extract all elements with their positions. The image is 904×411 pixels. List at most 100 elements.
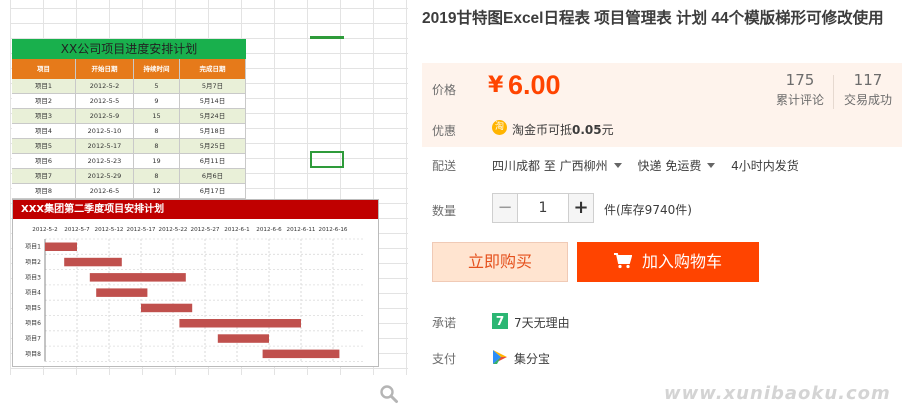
cell-project: 项目8	[12, 184, 76, 198]
gantt-date-label: 2012-6-11	[287, 227, 316, 233]
gantt-bar	[141, 303, 193, 313]
gantt-task-label: 项目8	[25, 351, 41, 358]
add-to-cart-button[interactable]: 加入购物车	[577, 242, 759, 282]
promo-text: 淘金币可抵0.05元	[512, 121, 614, 138]
cell-duration: 8	[134, 139, 180, 153]
gantt-date-label: 2012-6-6	[256, 227, 282, 233]
gantt-bar	[179, 319, 301, 328]
gantt-date-label: 2012-5-17	[127, 227, 156, 233]
cell-start-date: 2012-5-10	[76, 124, 134, 138]
cell-end-date: 5月24日	[180, 109, 246, 123]
sales-label: 交易成功	[843, 93, 892, 107]
buy-now-button[interactable]: 立即购买	[432, 242, 568, 282]
gantt-bar	[64, 257, 122, 267]
cell-end-date: 5月14日	[180, 94, 246, 108]
cell-start-date: 2012-5-2	[76, 79, 134, 93]
seven-day-return-icon: 7	[492, 313, 508, 329]
cell-start-date: 2012-6-5	[76, 184, 134, 198]
gantt-task-label: 项目5	[25, 305, 41, 312]
currency-symbol: ¥	[488, 73, 504, 98]
price-value: 6.00	[508, 70, 561, 100]
ship-method-select[interactable]: 快递 免运费	[638, 159, 726, 173]
promise-text[interactable]: 7天无理由	[514, 314, 570, 331]
gantt-task-label: 项目2	[25, 259, 41, 266]
payment-text[interactable]: 集分宝	[514, 350, 550, 367]
table-row: 项目7 2012-5-29 8 6月6日	[12, 169, 246, 184]
gantt-plot: 2012-5-2 2012-5-7 2012-5-12 2012-5-17 2012-5…	[25, 227, 365, 362]
gantt-bar	[96, 288, 148, 297]
table-row: 项目8 2012-6-5 12 6月17日	[12, 184, 246, 199]
table-row: 项目4 2012-5-10 8 5月18日	[12, 124, 246, 139]
ship-to-select[interactable]: 广西柳州	[560, 159, 632, 173]
schedule-table-body: 项目1 2012-5-2 5 5月7日 项目2 2012-5-5 9 5月14日 项目3 2012…	[12, 79, 246, 199]
header-start-date: 开始日期	[76, 59, 134, 79]
ship-method: 快递 免运费	[637, 159, 702, 173]
cell-duration: 19	[134, 154, 180, 168]
header-duration: 持续时间	[134, 59, 180, 79]
chevron-down-icon	[707, 163, 716, 168]
gantt-task-label: 项目1	[25, 244, 41, 251]
promise-label: 承诺	[432, 316, 457, 330]
payment-label: 支付	[432, 352, 457, 366]
promo-unit: 元	[601, 123, 614, 137]
ship-time: 4小时内发货	[731, 159, 799, 173]
gantt-date-label: 2012-6-1	[224, 227, 250, 233]
cell-project: 项目2	[12, 94, 76, 108]
price-label: 价格	[432, 83, 457, 97]
reviews-count: 175	[785, 71, 815, 89]
gantt-title: XXX集团第二季度项目安排计划	[13, 200, 378, 219]
gantt-date-label: 2012-5-27	[191, 227, 220, 233]
cell-start-date: 2012-5-23	[76, 154, 134, 168]
cell-end-date: 5月18日	[180, 124, 246, 138]
product-title: 2019甘特图Excel日程表 项目管理表 计划 44个模版梯形可修改使用	[422, 10, 884, 27]
cell-duration: 15	[134, 109, 180, 123]
cell-start-date: 2012-5-17	[76, 139, 134, 153]
cell-project: 项目3	[12, 109, 76, 123]
ship-from: 四川成都 至	[492, 159, 556, 173]
cell-duration: 9	[134, 94, 180, 108]
cell-end-date: 6月17日	[180, 184, 246, 198]
gantt-task-label: 项目7	[25, 335, 41, 342]
stock-text: 件(库存9740件)	[604, 203, 692, 217]
gantt-task-label: 项目6	[25, 320, 41, 327]
product-image[interactable]: XX公司项目进度安排计划 项目 开始日期 持续时间 完成日期 项目1 2012-5…	[0, 0, 410, 411]
cell-start-date: 2012-5-9	[76, 109, 134, 123]
add-to-cart-label: 加入购物车	[641, 252, 722, 271]
shipping-row: 四川成都 至 广西柳州 快递 免运费 4小时内发货	[492, 157, 799, 174]
schedule-table-title: XX公司项目进度安排计划	[12, 39, 246, 59]
cell-end-date: 5月25日	[180, 139, 246, 153]
cell-end-date: 5月7日	[180, 79, 246, 93]
header-end-date: 完成日期	[180, 59, 246, 79]
increase-button[interactable]: +	[568, 193, 594, 223]
gantt-bar	[89, 273, 186, 282]
cell-project: 项目5	[12, 139, 76, 153]
price-panel: 价格 ¥ 6.00 175 累计评论 117 交易成功 优惠 淘 淘金币可抵0.…	[422, 63, 902, 147]
sales-count: 117	[853, 71, 883, 89]
cart-icon	[613, 253, 632, 269]
magnifier-icon[interactable]	[379, 384, 399, 404]
schedule-table-header: 项目 开始日期 持续时间 完成日期	[12, 59, 246, 79]
selected-column-marker	[310, 36, 344, 39]
quantity-input[interactable]: 1	[518, 193, 568, 223]
reviews-stat[interactable]: 175 累计评论	[765, 71, 835, 108]
gantt-task-label: 项目3	[25, 274, 41, 281]
quantity-label: 数量	[432, 204, 457, 218]
table-row: 项目1 2012-5-2 5 5月7日	[12, 79, 246, 94]
watermark: www.xunibaoku.com	[664, 383, 891, 404]
table-row: 项目6 2012-5-23 19 6月11日	[12, 154, 246, 169]
sales-stat: 117 交易成功	[833, 71, 903, 108]
gantt-date-label: 2012-5-12	[95, 227, 124, 233]
jifenbao-icon	[493, 350, 507, 364]
table-row: 项目5 2012-5-17 8 5月25日	[12, 139, 246, 154]
cell-duration: 8	[134, 169, 180, 183]
promo-amount: 0.05	[572, 123, 602, 137]
cell-project: 项目6	[12, 154, 76, 168]
gantt-date-label: 2012-5-2	[32, 227, 57, 233]
taobao-coin-icon: 淘	[492, 120, 507, 135]
cell-end-date: 6月11日	[180, 154, 246, 168]
gantt-date-label: 2012-5-22	[159, 227, 188, 233]
decrease-button[interactable]: −	[492, 193, 518, 223]
selected-cell	[310, 151, 344, 168]
table-row: 项目3 2012-5-9 15 5月24日	[12, 109, 246, 124]
table-row: 项目2 2012-5-5 9 5月14日	[12, 94, 246, 109]
